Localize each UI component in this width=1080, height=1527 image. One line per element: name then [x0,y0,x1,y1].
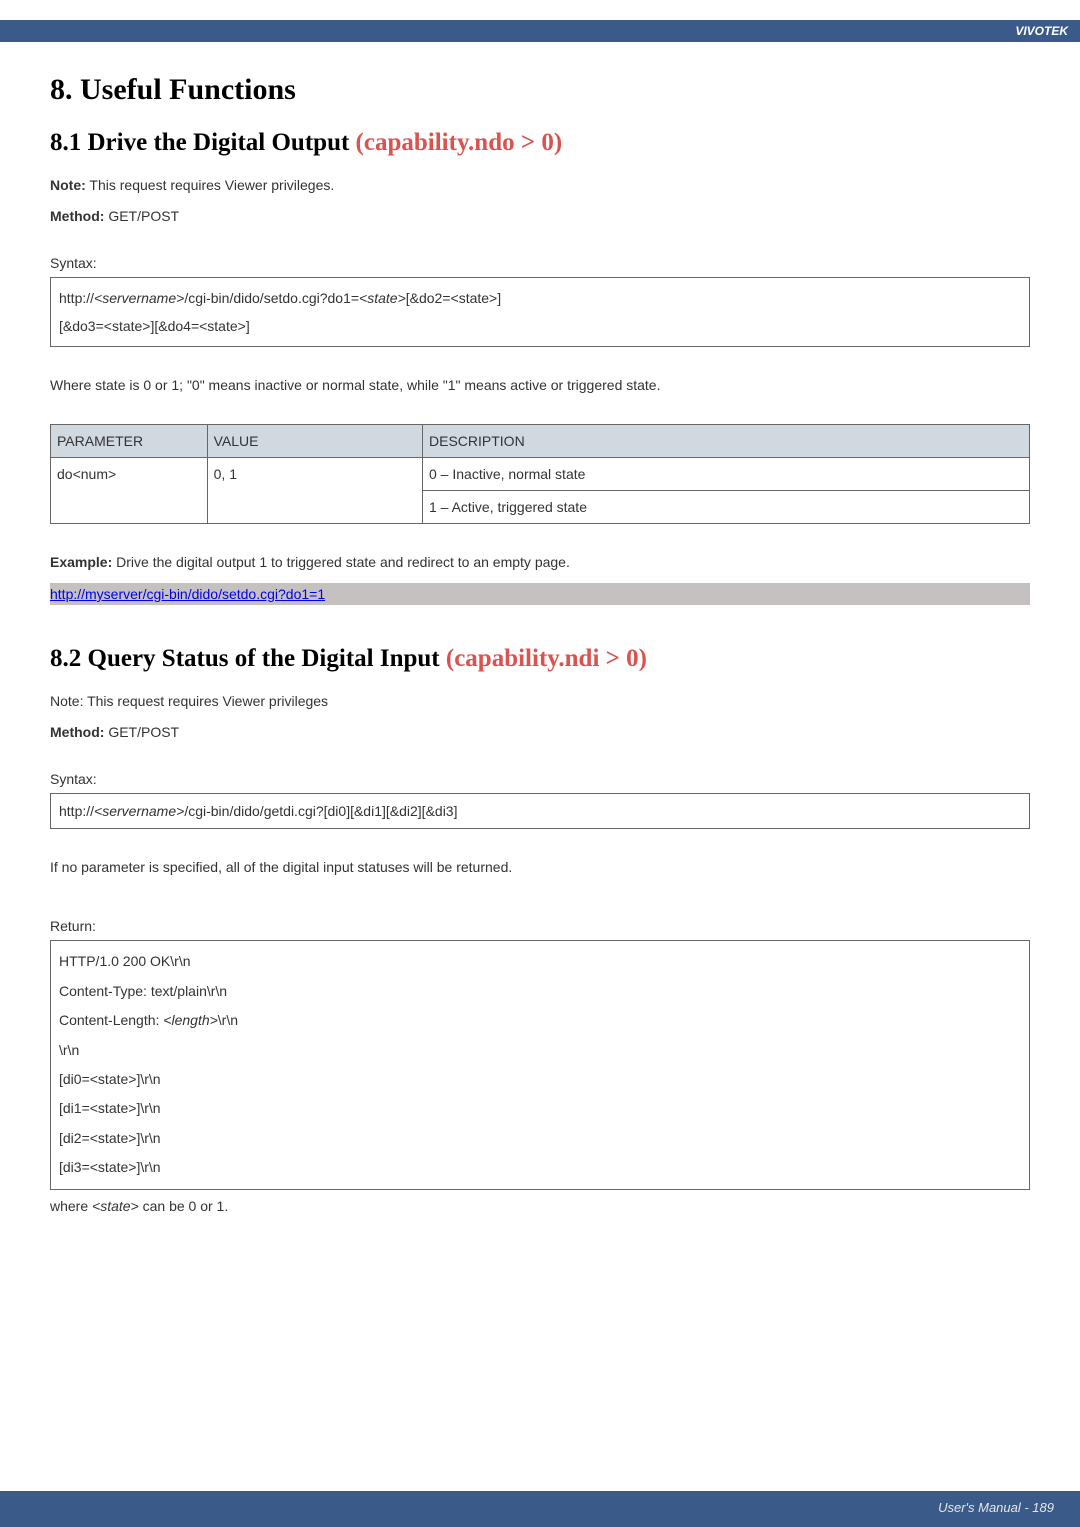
s82-note: Note: This request requires Viewer privi… [50,691,1030,712]
page-content: 8. Useful Functions 8.1 Drive the Digita… [0,43,1080,1217]
s82-syntax-a: http:// [59,803,94,819]
brand-label: VIVOTEK [1015,24,1068,38]
s82-where-a: where [50,1198,92,1214]
th-value: VALUE [207,425,422,458]
section-8-1-title-cap: (capability.ndo > 0) [356,129,563,156]
td-value: 0, 1 [207,458,422,524]
s81-syntax-line2: [&do3=<state>][&do4=<state>] [59,312,1021,340]
s82-method-text: GET/POST [104,724,179,740]
section-8-2-title-cap: (capability.ndi > 0) [446,645,647,672]
s82-where-c: can be 0 or 1. [139,1198,229,1214]
s81-note-label: Note: [50,177,86,193]
th-parameter: PARAMETER [51,425,208,458]
s82-syntax-c: /cgi-bin/dido/getdi.cgi?[di0][&di1][&di2… [184,803,457,819]
table-row: do<num> 0, 1 0 – Inactive, normal state [51,458,1030,491]
s81-method-text: GET/POST [104,208,179,224]
th-description: DESCRIPTION [423,425,1030,458]
ret-l3b: <length> [163,1012,218,1028]
s81-syntax-label: Syntax: [50,255,1030,271]
s81-param-table: PARAMETER VALUE DESCRIPTION do<num> 0, 1… [50,424,1030,524]
s81-syntax-box: http://<servername>/cgi-bin/dido/setdo.c… [50,277,1030,347]
s81-method: Method: GET/POST [50,206,1030,227]
s82-syntax-box: http://<servername>/cgi-bin/dido/getdi.c… [50,793,1030,829]
section-8-2-title: 8.2 Query Status of the Digital Input (c… [50,645,1030,673]
s81-syntax-l1d: <state> [359,290,406,306]
s82-return-box: HTTP/1.0 200 OK\r\n Content-Type: text/p… [50,940,1030,1189]
table-header-row: PARAMETER VALUE DESCRIPTION [51,425,1030,458]
footer-text: User's Manual - 189 [938,1500,1054,1515]
example-url-link[interactable]: http://myserver/cgi-bin/dido/setdo.cgi?d… [50,586,325,602]
s81-syntax-line1: http://<servername>/cgi-bin/dido/setdo.c… [59,284,1021,312]
s81-method-label: Method: [50,208,104,224]
s82-syntax-b: <servername> [94,803,184,819]
s81-note: Note: This request requires Viewer privi… [50,175,1030,196]
page-header: VIVOTEK [0,0,1080,43]
s82-method: Method: GET/POST [50,722,1030,743]
ret-l3c: \r\n [218,1012,238,1028]
s81-syntax-l1c: /cgi-bin/dido/setdo.cgi?do1= [184,290,359,306]
s82-return-label: Return: [50,918,1030,934]
td-param: do<num> [51,458,208,524]
s82-if-text: If no parameter is specified, all of the… [50,857,1030,878]
ret-l1: HTTP/1.0 200 OK\r\n [59,947,1021,976]
page-footer: User's Manual - 189 [0,1491,1080,1527]
ret-l5: [di0=<state>]\r\n [59,1065,1021,1094]
s81-example-label: Example: [50,554,112,570]
s81-note-text: This request requires Viewer privileges. [86,177,335,193]
ret-l3: Content-Length: <length>\r\n [59,1006,1021,1035]
ret-l2: Content-Type: text/plain\r\n [59,977,1021,1006]
s82-syntax-label: Syntax: [50,771,1030,787]
s81-syntax-l1b: <servername> [94,290,184,306]
s81-example: Example: Drive the digital output 1 to t… [50,552,1030,573]
td-desc1: 0 – Inactive, normal state [423,458,1030,491]
section-8-1-title: 8.1 Drive the Digital Output (capability… [50,129,1030,157]
header-bar: VIVOTEK [0,20,1080,42]
s82-method-label: Method: [50,724,104,740]
ret-l7: [di2=<state>]\r\n [59,1124,1021,1153]
ret-l3a: Content-Length: [59,1012,163,1028]
s82-where: where <state> can be 0 or 1. [50,1196,1030,1217]
section-8-1-title-prefix: 8.1 Drive the Digital Output [50,129,356,156]
ret-l6: [di1=<state>]\r\n [59,1094,1021,1123]
s82-where-b: <state> [92,1198,139,1214]
s81-syntax-l1e: [&do2=<state>] [406,290,501,306]
td-desc2: 1 – Active, triggered state [423,491,1030,524]
section-8-2-title-prefix: 8.2 Query Status of the Digital Input [50,645,446,672]
section-8-title: 8. Useful Functions [50,73,1030,107]
s81-syntax-l1a: http:// [59,290,94,306]
s81-where: Where state is 0 or 1; "0" means inactiv… [50,375,1030,396]
s81-example-link-box: http://myserver/cgi-bin/dido/setdo.cgi?d… [50,583,1030,605]
s81-example-text: Drive the digital output 1 to triggered … [112,554,570,570]
ret-l8: [di3=<state>]\r\n [59,1153,1021,1182]
ret-l4: \r\n [59,1036,1021,1065]
